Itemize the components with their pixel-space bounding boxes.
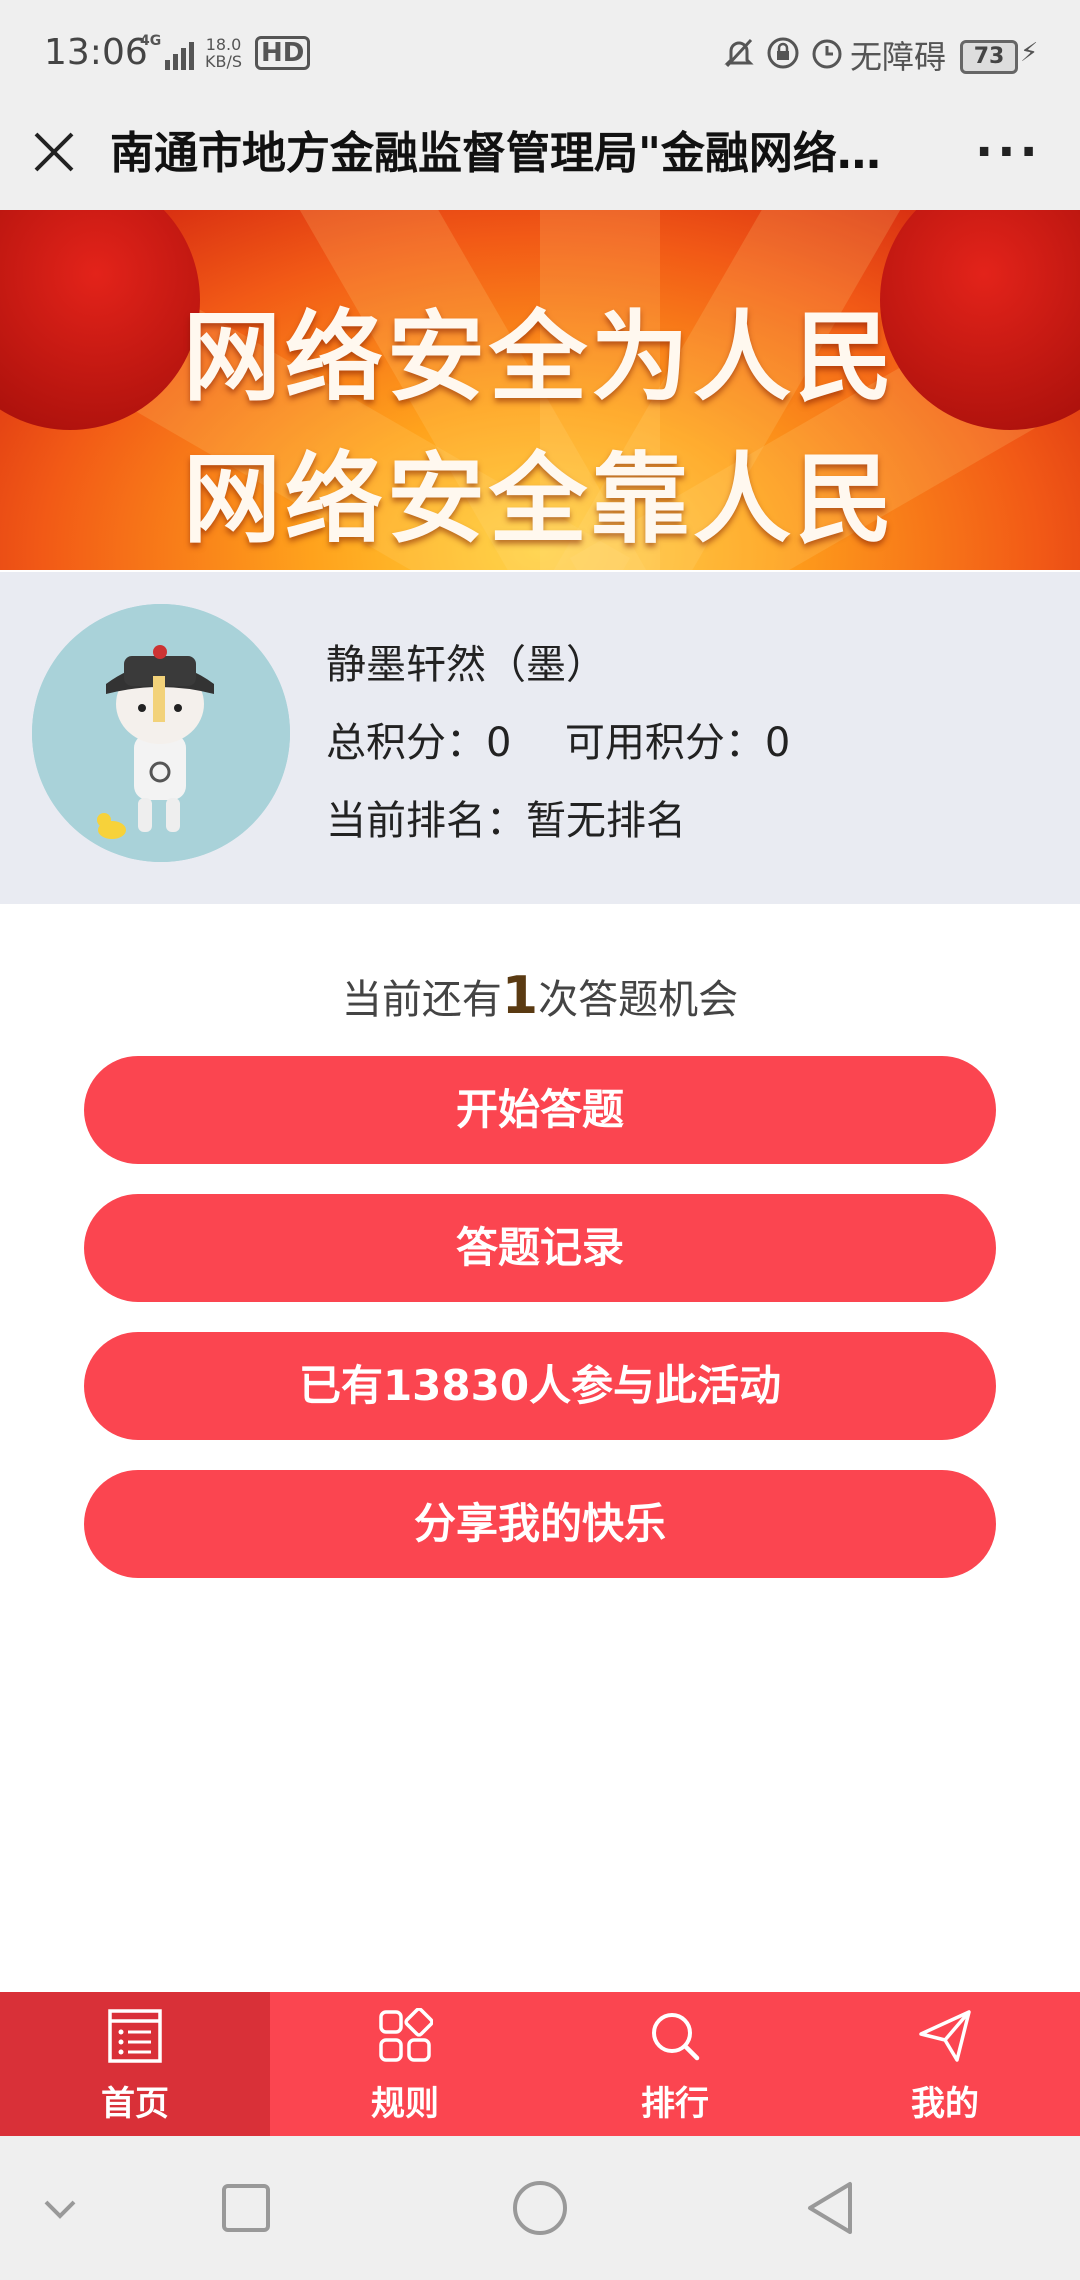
chances-count: 1 bbox=[501, 966, 539, 1026]
mute-bell-icon bbox=[724, 38, 754, 68]
rank-label: 当前排名： bbox=[326, 798, 526, 844]
tab-mine[interactable]: 我的 bbox=[810, 1992, 1080, 2136]
tab-rules[interactable]: 规则 bbox=[270, 1992, 540, 2136]
banner-line-2: 网络安全靠人民 bbox=[182, 443, 897, 557]
system-nav-bar bbox=[0, 2136, 1080, 2280]
title-bar: 南通市地方金融监督管理局"金融网络… ··· bbox=[0, 110, 1080, 210]
banner: 网络安全为人民 网络安全靠人民 bbox=[0, 210, 1080, 570]
tab-ranking[interactable]: 排行 bbox=[540, 1992, 810, 2136]
start-quiz-button[interactable]: 开始答题 bbox=[84, 1056, 996, 1164]
close-icon[interactable] bbox=[28, 126, 80, 178]
rank-line: 当前排名：暂无排名 bbox=[326, 788, 686, 846]
more-menu-button[interactable]: ··· bbox=[975, 124, 1042, 180]
avatar[interactable] bbox=[32, 604, 290, 862]
quiz-records-button[interactable]: 答题记录 bbox=[84, 1194, 996, 1302]
signal-icon bbox=[165, 42, 194, 70]
battery-icon: 73 bbox=[960, 40, 1018, 74]
user-name: 静墨轩然（墨） bbox=[326, 642, 606, 688]
chances-prefix: 当前还有 bbox=[341, 977, 502, 1023]
share-button[interactable]: 分享我的快乐 bbox=[84, 1470, 996, 1578]
tab-label: 首页 bbox=[101, 2084, 169, 2124]
back-triangle-icon[interactable] bbox=[796, 2172, 868, 2244]
page-title: 南通市地方金融监督管理局"金融网络… bbox=[110, 128, 881, 179]
status-icons bbox=[722, 36, 844, 70]
search-icon bbox=[652, 2013, 700, 2061]
total-score-value: 0 bbox=[486, 720, 512, 766]
available-score-label: 可用积分： bbox=[564, 720, 765, 766]
lock-rotation-icon bbox=[767, 37, 799, 69]
hd-badge: HD bbox=[255, 36, 311, 70]
list-icon bbox=[108, 2009, 162, 2063]
status-bar: 13:06 4G 18.0 KB/S HD 无障碍 73 ⚡ bbox=[0, 0, 1080, 110]
recent-apps-icon[interactable] bbox=[210, 2172, 282, 2244]
tab-label: 排行 bbox=[641, 2084, 709, 2124]
available-score-value: 0 bbox=[764, 720, 791, 766]
tab-label: 规则 bbox=[371, 2084, 439, 2124]
score-line: 总积分：0 可用积分：0 bbox=[326, 710, 790, 768]
speed-unit: KB/S bbox=[205, 52, 243, 71]
tab-home[interactable]: 首页 bbox=[0, 1992, 270, 2136]
banner-line-1: 网络安全为人民 bbox=[182, 301, 897, 415]
total-score-label: 总积分： bbox=[326, 720, 486, 766]
accessibility-label: 无障碍 bbox=[850, 38, 947, 76]
status-time: 13:06 bbox=[44, 32, 148, 73]
chances-suffix: 次答题机会 bbox=[538, 977, 739, 1023]
paper-plane-icon bbox=[919, 2010, 971, 2062]
charging-icon: ⚡ bbox=[1020, 38, 1039, 68]
profile-card: 静墨轩然（墨） 总积分：0 可用积分：0 当前排名：暂无排名 bbox=[0, 572, 1080, 904]
grid-icon bbox=[379, 2008, 433, 2062]
network-type: 4G bbox=[140, 33, 162, 49]
home-circle-icon[interactable] bbox=[504, 2172, 576, 2244]
chevron-down-icon[interactable] bbox=[24, 2172, 96, 2244]
quiz-chances: 当前还有1次答题机会 bbox=[0, 966, 1080, 1026]
network-speed: 18.0 KB/S bbox=[205, 36, 242, 70]
speed-value: 18.0 bbox=[205, 35, 242, 54]
alarm-icon bbox=[812, 39, 842, 69]
tab-label: 我的 bbox=[911, 2084, 979, 2124]
participants-button[interactable]: 已有13830人参与此活动 bbox=[84, 1332, 996, 1440]
avatar-illustration bbox=[32, 604, 290, 862]
bottom-tab-bar: 首页 规则 排行 我的 bbox=[0, 1992, 1080, 2136]
rank-value: 暂无排名 bbox=[526, 798, 686, 844]
